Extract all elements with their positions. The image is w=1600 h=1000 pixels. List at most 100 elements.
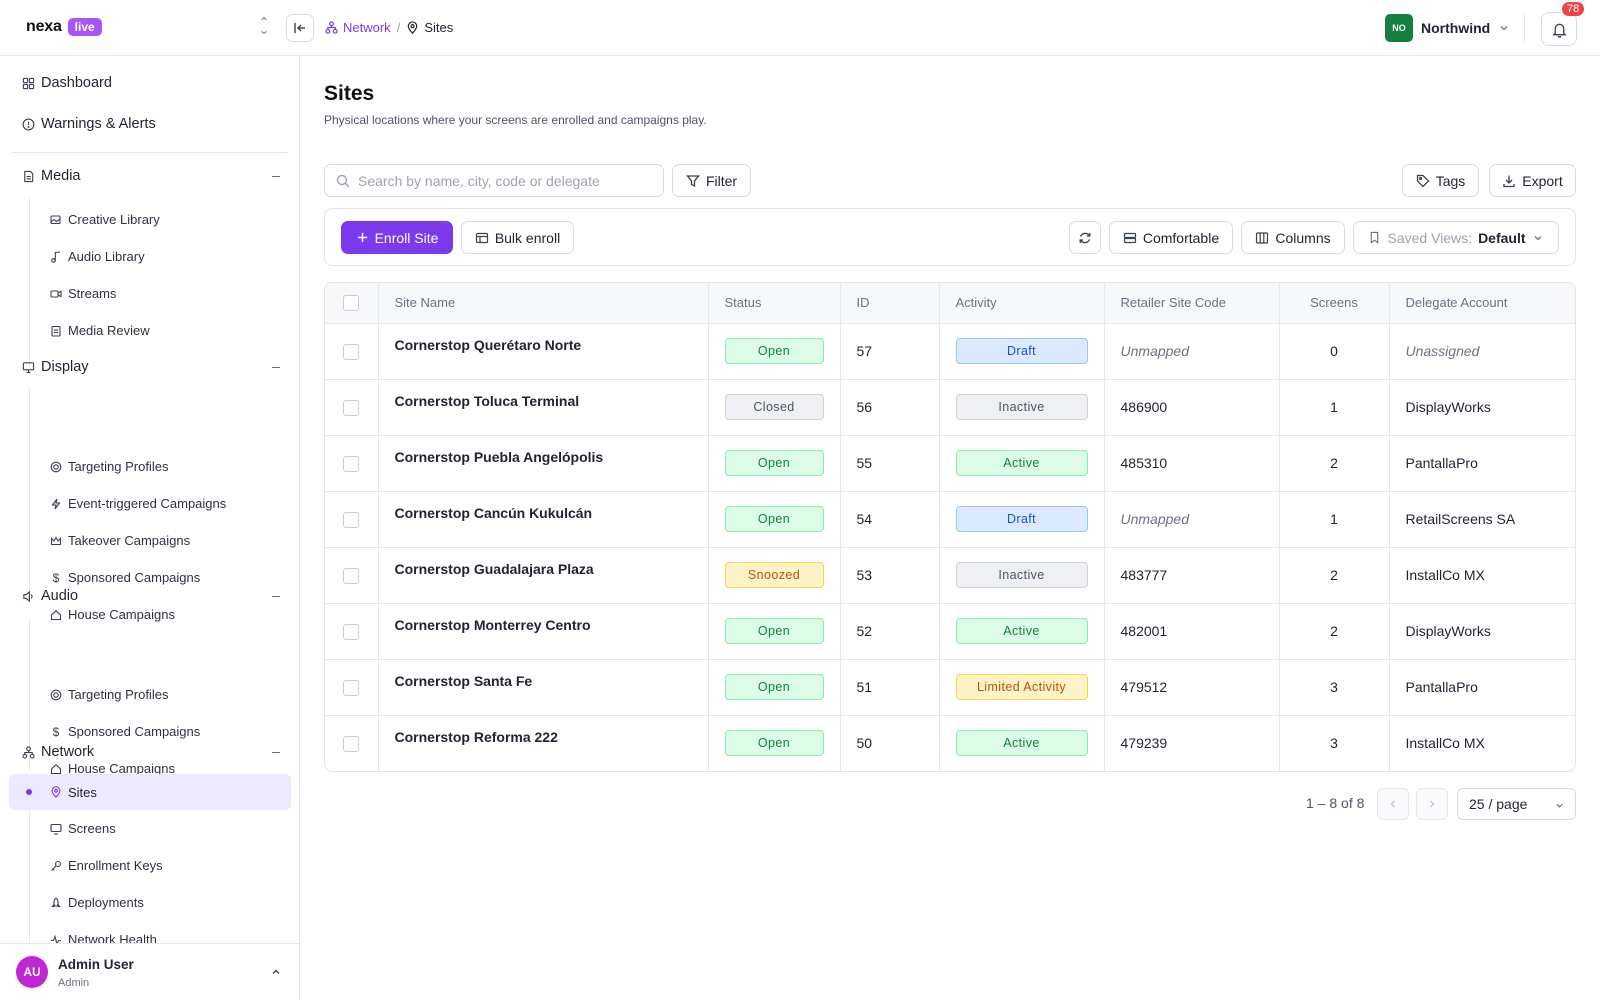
- workspace-switch-icon[interactable]: ⌃ ⌄: [258, 16, 270, 36]
- collapse-sidebar-button[interactable]: [286, 14, 314, 42]
- table-row[interactable]: Cornerstop Guadalajara Plaza Snoozed 53 Ina…: [325, 547, 1575, 604]
- user-menu[interactable]: AU Admin User Admin: [0, 943, 299, 1000]
- breadcrumb-network[interactable]: Network: [325, 20, 391, 35]
- sidebar-item-house-campaigns[interactable]: House Campaigns: [50, 607, 175, 622]
- table-row[interactable]: Cornerstop Toluca Terminal Closed 56 Inacti…: [325, 379, 1575, 436]
- sidebar-item-screens[interactable]: Screens: [50, 821, 116, 836]
- column-header-retailer-site-code[interactable]: Retailer Site Code: [1104, 283, 1280, 324]
- column-header-screens[interactable]: Screens: [1279, 283, 1390, 324]
- table-row[interactable]: Cornerstop Querétaro Norte Open 57 Draft Unm…: [325, 323, 1575, 380]
- column-header-delegate-account[interactable]: Delegate Account: [1389, 283, 1575, 324]
- sidebar-section-network[interactable]: Network: [22, 744, 280, 760]
- table-row[interactable]: Cornerstop Monterrey Centro Open 52 Active 4…: [325, 603, 1575, 660]
- id-cell: 53: [840, 547, 940, 604]
- notifications-button[interactable]: [1541, 12, 1577, 46]
- site-name-cell[interactable]: Cornerstop Reforma 222: [378, 715, 709, 771]
- site-name-cell[interactable]: Cornerstop Puebla Angelópolis: [378, 435, 709, 492]
- crown-icon: [50, 535, 62, 545]
- collapse-minus-icon[interactable]: [272, 752, 280, 753]
- enroll-site-button[interactable]: Enroll Site: [341, 221, 453, 254]
- sidebar-item-targeting-profiles[interactable]: Targeting Profiles: [50, 459, 168, 474]
- filter-button[interactable]: Filter: [672, 164, 751, 197]
- sidebar-item-enrollment-keys[interactable]: Enrollment Keys: [50, 858, 163, 873]
- density-button[interactable]: Comfortable: [1109, 221, 1233, 254]
- row-checkbox[interactable]: [343, 679, 360, 696]
- column-header-status[interactable]: Status: [708, 283, 841, 324]
- sidebar-item-sites[interactable]: Sites: [9, 774, 291, 810]
- tags-button[interactable]: Tags: [1402, 164, 1479, 197]
- brand-logo[interactable]: nexa live: [26, 18, 102, 36]
- sidebar-item-audio-targeting-profiles[interactable]: Targeting Profiles: [50, 687, 168, 702]
- retailer-code-cell: 482001: [1104, 603, 1280, 660]
- column-header-activity[interactable]: Activity: [939, 283, 1105, 324]
- sidebar-item-audio-sponsored-campaigns[interactable]: $ Sponsored Campaigns: [50, 724, 201, 739]
- row-checkbox[interactable]: [343, 511, 360, 528]
- sidebar-item-dashboard[interactable]: Dashboard: [22, 75, 112, 91]
- bulk-enroll-button[interactable]: Bulk enroll: [461, 221, 574, 254]
- search-input[interactable]: [358, 172, 648, 189]
- row-checkbox[interactable]: [343, 343, 360, 360]
- row-select-cell: [325, 659, 379, 716]
- collapse-minus-icon[interactable]: [272, 176, 280, 177]
- site-name-cell[interactable]: Cornerstop Toluca Terminal: [378, 379, 709, 436]
- row-select-cell: [325, 323, 379, 380]
- sidebar-section-audio[interactable]: Audio: [22, 588, 280, 604]
- row-checkbox[interactable]: [343, 455, 360, 472]
- breadcrumb: Network / Sites: [325, 20, 453, 35]
- screens-cell: 0: [1279, 323, 1390, 380]
- enroll-site-label: Enroll Site: [374, 229, 439, 246]
- columns-button[interactable]: Columns: [1241, 221, 1345, 254]
- sidebar-item-creative-library[interactable]: Creative Library: [50, 212, 160, 227]
- sidebar-item-label: Takeover Campaigns: [68, 533, 191, 548]
- column-header-id[interactable]: ID: [840, 283, 940, 324]
- select-all-checkbox[interactable]: [343, 295, 360, 312]
- row-checkbox[interactable]: [343, 623, 360, 640]
- table-row[interactable]: Cornerstop Puebla Angelópolis Open 55 Activ…: [325, 435, 1575, 492]
- sidebar-item-sponsored-campaigns[interactable]: $ Sponsored Campaigns: [50, 570, 201, 585]
- site-name-cell[interactable]: Cornerstop Cancún Kukulcán: [378, 491, 709, 548]
- previous-page-button[interactable]: [1377, 788, 1409, 820]
- home-icon: [50, 763, 62, 774]
- table-row[interactable]: Cornerstop Reforma 222 Open 50 Active 479239…: [325, 715, 1575, 771]
- user-role: Admin: [58, 977, 90, 989]
- next-page-button[interactable]: [1416, 788, 1448, 820]
- collapse-minus-icon[interactable]: [272, 596, 280, 597]
- chevron-up-icon[interactable]: [270, 966, 282, 978]
- saved-views-select[interactable]: Saved Views: Default: [1353, 221, 1559, 254]
- row-checkbox[interactable]: [343, 735, 360, 752]
- id-cell: 55: [840, 435, 940, 492]
- table-row[interactable]: Cornerstop Santa Fe Open 51 Limited Activit…: [325, 659, 1575, 716]
- rows-icon: [1123, 232, 1136, 243]
- site-name-cell[interactable]: Cornerstop Santa Fe: [378, 659, 709, 716]
- org-name: Northwind: [1421, 20, 1491, 36]
- bookmark-icon: [1371, 231, 1379, 244]
- sidebar-item-streams[interactable]: Streams: [50, 286, 116, 301]
- sidebar-item-warnings[interactable]: Warnings & Alerts: [22, 116, 156, 132]
- row-checkbox[interactable]: [343, 399, 360, 416]
- org-switcher[interactable]: NO Northwind: [1385, 14, 1510, 42]
- active-indicator: [26, 789, 32, 795]
- page-size-select[interactable]: 25 / page: [1457, 788, 1576, 820]
- sidebar-item-audio-library[interactable]: Audio Library: [50, 249, 145, 264]
- search-field[interactable]: [324, 164, 664, 197]
- export-button[interactable]: Export: [1489, 164, 1576, 197]
- sidebar-item-deployments[interactable]: Deployments: [50, 895, 144, 910]
- refresh-button[interactable]: [1069, 221, 1101, 254]
- activity-badge: Active: [955, 730, 1088, 757]
- status-cell: Closed: [708, 379, 841, 436]
- sidebar-item-label: Event-triggered Campaigns: [68, 496, 227, 511]
- site-name-cell[interactable]: Cornerstop Querétaro Norte: [378, 323, 709, 380]
- sidebar-section-label: Media: [41, 168, 81, 184]
- table-row[interactable]: Cornerstop Cancún Kukulcán Open 54 Draft Unm…: [325, 491, 1575, 548]
- collapse-minus-icon[interactable]: [272, 367, 280, 368]
- site-name-cell[interactable]: Cornerstop Guadalajara Plaza: [378, 547, 709, 604]
- site-name-cell[interactable]: Cornerstop Monterrey Centro: [378, 603, 709, 660]
- row-checkbox[interactable]: [343, 567, 360, 584]
- column-header-site-name[interactable]: Site Name: [378, 283, 709, 324]
- sidebar-item-media-review[interactable]: Media Review: [50, 323, 150, 338]
- sidebar-item-event-triggered-campaigns[interactable]: Event-triggered Campaigns: [50, 496, 226, 511]
- id-cell: 50: [840, 715, 940, 771]
- sidebar-section-media[interactable]: Media: [22, 168, 280, 184]
- sidebar-item-takeover-campaigns[interactable]: Takeover Campaigns: [50, 533, 190, 548]
- sidebar-section-display[interactable]: Display: [22, 359, 280, 375]
